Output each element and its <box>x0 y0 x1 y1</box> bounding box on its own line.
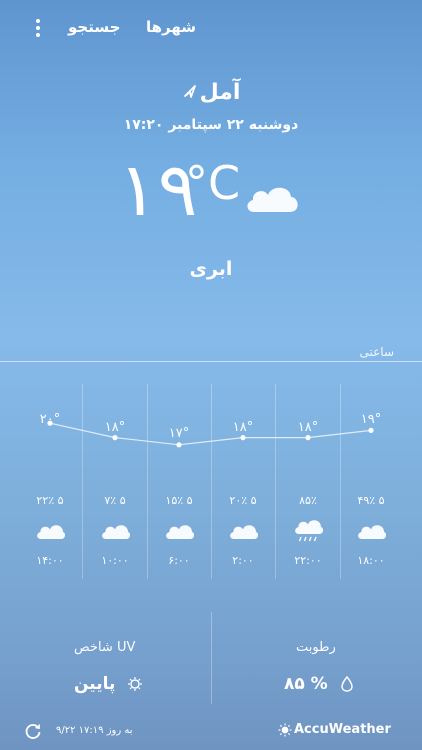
temperature-line <box>49 422 372 446</box>
cloud-icon <box>100 519 131 543</box>
uv-index-title: شاخص UV <box>74 640 136 655</box>
hour-column-divider <box>340 384 341 579</box>
temperature-unit: °C <box>185 156 241 210</box>
humidity-title: رطوبت <box>296 640 336 655</box>
cloud-icon <box>35 519 66 543</box>
hourly-time: ۱۸:۰۰ <box>357 554 385 567</box>
uv-index-value: پایین <box>74 674 145 694</box>
search-link[interactable]: جستجو <box>68 18 120 36</box>
accuweather-sun-icon <box>278 723 292 736</box>
cities-link[interactable]: شهرها <box>146 18 196 36</box>
hourly-precipitation: ۲۲٪ ۵ <box>36 494 64 507</box>
hourly-time: ۱۴:۰۰ <box>36 554 64 567</box>
hourly-precipitation: ۲۰٪ ۵ <box>229 494 257 507</box>
hourly-time: ۱۰:۰۰ <box>101 554 129 567</box>
top-app-bar: جستجو شهرها <box>0 0 422 56</box>
hourly-label: ساعتی <box>359 345 395 359</box>
hour-column-divider <box>82 384 83 579</box>
humidity-label: ۸۵ % <box>284 674 328 694</box>
uv-index-label: پایین <box>74 674 116 694</box>
hourly-time: ۲۲:۰۰ <box>294 554 322 567</box>
cloud-icon <box>247 187 298 212</box>
hourly-time: ۶:۰۰ <box>168 554 190 567</box>
kebab-menu-icon[interactable] <box>30 16 46 42</box>
cloud-icon <box>164 519 195 543</box>
divider <box>0 361 422 362</box>
uv-sun-icon <box>128 677 143 691</box>
cloud-icon <box>356 519 387 543</box>
condition-text: ابری <box>189 258 233 280</box>
city-name: آمل <box>199 80 241 105</box>
temperature-point <box>305 435 311 441</box>
accuweather-logo[interactable]: AccuWeather <box>278 722 391 737</box>
refresh-icon[interactable] <box>24 722 42 740</box>
hourly-precipitation: ۱۵٪ ۵ <box>165 494 193 507</box>
cloud-icon <box>228 519 259 543</box>
droplet-icon <box>340 676 353 692</box>
temperature-point <box>240 435 246 441</box>
hourly-precipitation: ۷٪ ۵ <box>104 494 126 507</box>
temperature-point <box>112 435 118 441</box>
hourly-precipitation: ۴۹٪ ۵ <box>357 494 385 507</box>
location-pin-icon <box>182 83 198 103</box>
hourly-precipitation: ۸۵٪ <box>299 494 317 507</box>
humidity-value: ۸۵ % <box>284 674 354 694</box>
last-updated: ۹/۲۲ ۱۷:۱۹ به روز <box>56 725 133 736</box>
temperature-point <box>368 427 374 433</box>
hourly-time: ۲:۰۰ <box>232 554 254 567</box>
temperature-curve <box>47 420 374 448</box>
footer: ۹/۲۲ ۱۷:۱۹ به روز AccuWeather <box>0 718 422 746</box>
temperature-point <box>176 442 182 448</box>
temperature-point <box>47 420 53 426</box>
brand-name: AccuWeather <box>294 722 391 737</box>
city-heading: آمل <box>0 80 422 105</box>
date-time: ۱۷:۲۰ دوشنبه ۲۲ سپتامبر <box>123 117 299 133</box>
hour-column-divider <box>211 384 212 579</box>
panel-divider <box>211 612 212 704</box>
rain-cloud-icon <box>293 519 324 543</box>
hour-column-divider <box>275 384 276 579</box>
hour-column-divider <box>147 384 148 579</box>
